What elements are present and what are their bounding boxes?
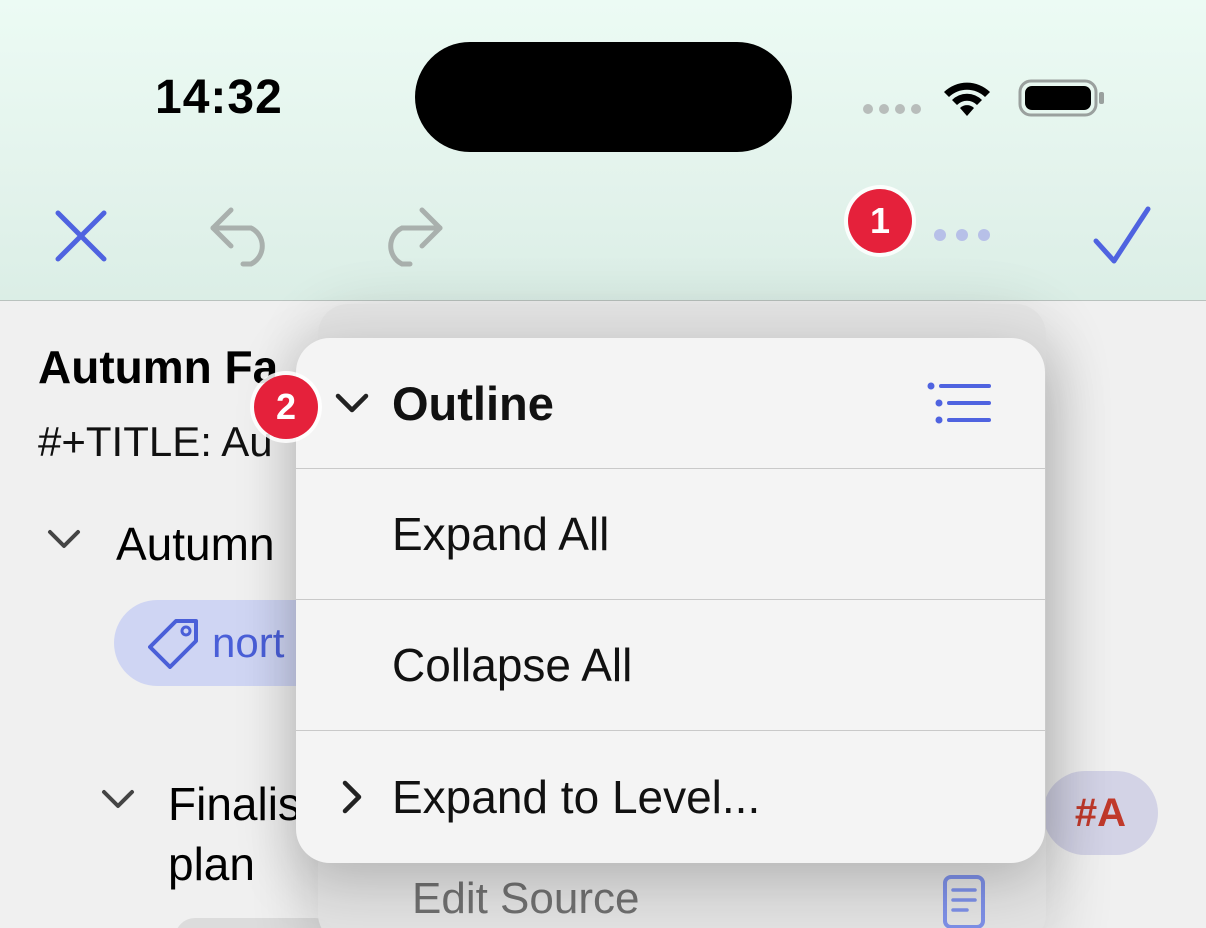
document-icon — [943, 875, 985, 928]
tag-pill-partial — [175, 918, 335, 928]
more-horizontal-icon — [934, 229, 990, 241]
undo-icon — [210, 207, 265, 267]
menu-item-label: Expand to Level... — [392, 770, 761, 823]
heading-2-line-1: Finalis — [168, 778, 301, 830]
more-button[interactable] — [922, 215, 1002, 255]
list-outline-icon — [927, 382, 991, 424]
edit-source-item[interactable]: Edit Source — [412, 874, 639, 924]
menu-item-label: Expand All — [392, 508, 610, 560]
wifi-icon — [944, 82, 990, 116]
document-title: Autumn Fa — [38, 341, 279, 393]
chevron-right-icon — [342, 780, 362, 813]
heading-1[interactable]: Autumn — [116, 517, 275, 571]
status-icons — [862, 78, 1107, 118]
menu-item-label: Collapse All — [392, 639, 633, 691]
tag-label: nort — [212, 619, 285, 666]
close-button[interactable] — [50, 205, 112, 267]
status-time: 14:32 — [155, 71, 283, 124]
menu-item-collapse-all[interactable]: Collapse All — [296, 600, 1045, 731]
cellular-signal-icon — [863, 104, 921, 114]
menu-item-expand-all[interactable]: Expand All — [296, 469, 1045, 600]
annotation-badge-2: 2 — [254, 375, 318, 439]
heading-2-line-2: plan — [168, 838, 255, 890]
redo-button[interactable] — [372, 200, 448, 272]
app-header: 14:32 — [0, 0, 1206, 301]
heading-2[interactable]: Finalis plan — [168, 774, 301, 894]
menu-item-outline[interactable]: Outline — [296, 338, 1045, 469]
chevron-down-icon[interactable] — [98, 780, 138, 820]
checkmark-icon — [1093, 206, 1151, 264]
priority-badge[interactable]: #A — [1043, 771, 1158, 855]
battery-icon — [1018, 79, 1104, 117]
done-button[interactable] — [1088, 203, 1154, 269]
outline-submenu: Outline Expand All Collapse All Expand t… — [296, 338, 1045, 863]
chevron-down-icon[interactable] — [44, 520, 84, 560]
redo-icon — [388, 207, 443, 267]
menu-item-expand-to-level[interactable]: Expand to Level... — [296, 731, 1045, 862]
document-meta-line: #+TITLE: Au — [38, 418, 273, 465]
menu-item-label: Outline — [392, 376, 554, 430]
dynamic-island — [415, 42, 792, 152]
close-icon — [55, 210, 107, 262]
chevron-down-icon — [335, 393, 369, 413]
tag-icon — [148, 619, 198, 669]
annotation-badge-1: 1 — [848, 189, 912, 253]
undo-button[interactable] — [205, 200, 281, 272]
